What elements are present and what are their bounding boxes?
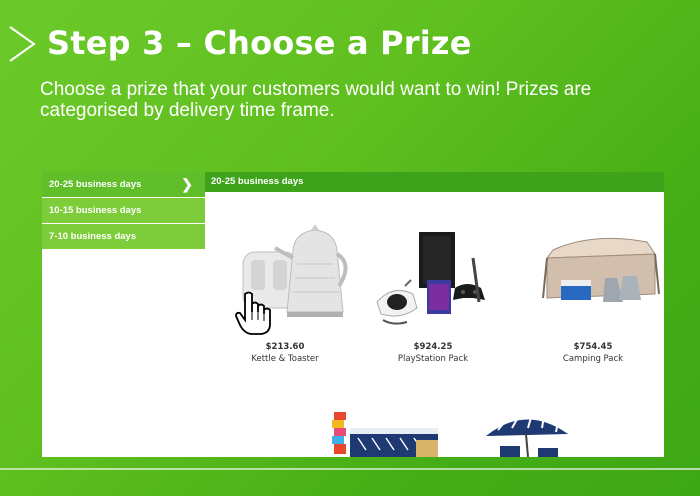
product-card-playstation-pack[interactable]: $924.25 PlayStation Pack	[363, 342, 503, 364]
game-set-image[interactable]	[320, 408, 446, 457]
sidebar-item-label: 20-25 business days	[49, 179, 142, 190]
prize-panel: 20-25 business days ❯ 10-15 business day…	[42, 172, 664, 457]
chevron-right-icon: ❯	[181, 176, 193, 192]
sidebar-item-label: 7-10 business days	[49, 231, 137, 242]
product-name: PlayStation Pack	[397, 354, 469, 364]
product-card-kettle-toaster[interactable]: $213.60 Kettle & Toaster	[215, 342, 355, 364]
product-price: $754.45	[573, 342, 613, 352]
sidebar-item-label: 10-15 business days	[49, 205, 142, 216]
delivery-sidebar: 20-25 business days ❯ 10-15 business day…	[42, 172, 205, 262]
page-subtitle: Choose a prize that your customers would…	[40, 79, 592, 121]
prize-content: 20-25 business days $213.60 Kettle & Toa…	[205, 172, 664, 457]
beach-umbrella-image[interactable]	[478, 408, 574, 457]
camping-pack-image[interactable]	[523, 232, 663, 318]
product-card-camping-pack[interactable]: $754.45 Camping Pack	[523, 342, 663, 364]
divider	[0, 468, 700, 470]
sidebar-item-20-25-days[interactable]: 20-25 business days ❯	[42, 172, 205, 197]
playstation-pack-image[interactable]	[363, 230, 503, 330]
product-price: $213.60	[265, 342, 305, 352]
product-price: $924.25	[413, 342, 453, 352]
content-header: 20-25 business days	[205, 172, 664, 192]
sidebar-item-7-10-days[interactable]: 7-10 business days	[42, 224, 205, 249]
product-name: Camping Pack	[562, 354, 624, 364]
sidebar-item-10-15-days[interactable]: 10-15 business days	[42, 198, 205, 223]
page-title: Step 3 – Choose a Prize	[47, 24, 472, 62]
chevron-right-icon	[9, 26, 36, 62]
hand-cursor-icon	[235, 291, 271, 335]
product-name: Kettle & Toaster	[251, 354, 319, 364]
